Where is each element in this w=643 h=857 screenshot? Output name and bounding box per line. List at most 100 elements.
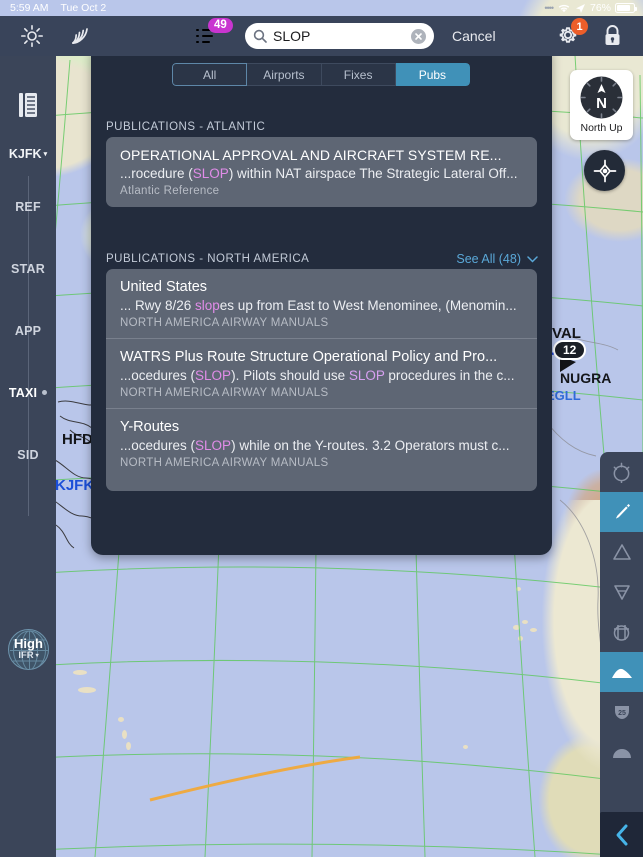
settings-button[interactable]: 1: [556, 18, 588, 48]
tab-pubs[interactable]: Pubs: [395, 63, 470, 86]
ruler-pencil-icon: [615, 504, 630, 519]
map-label-nugra: NUGRA: [560, 370, 612, 386]
snippet-post: ) while on the Y-routes. 3.2 Operators m…: [231, 438, 510, 453]
result-card-north-america: United States ... Rwy 8/26 slopes up fro…: [106, 269, 537, 491]
lock-button[interactable]: [602, 24, 623, 48]
map-tool-profile[interactable]: [600, 732, 643, 772]
sidebar-item-label: APP: [14, 324, 42, 338]
map-tool-terrain[interactable]: [600, 652, 643, 692]
svg-text:N: N: [596, 95, 607, 112]
arc-profile-icon: [612, 749, 631, 758]
signal-dots-icon: ••••: [544, 3, 554, 13]
chevron-down-icon: ▾: [43, 151, 48, 158]
locate-me-button[interactable]: [584, 150, 625, 191]
result-item-united-states[interactable]: United States ... Rwy 8/26 slopes up fro…: [106, 269, 537, 338]
radar-sweep-icon: [72, 28, 88, 44]
map-tool-airspace[interactable]: [600, 572, 643, 612]
result-card-atlantic[interactable]: OPERATIONAL APPROVAL AND AIRCRAFT SYSTEM…: [106, 137, 537, 207]
result-source: NORTH AMERICA AIRWAY MANUALS: [120, 457, 329, 469]
top-toolbar: 49 SLOP Cancel 1: [0, 16, 643, 56]
result-item-y-routes[interactable]: Y-Routes ...ocedures (SLOP) while on the…: [106, 408, 537, 478]
search-input-value: SLOP: [273, 28, 311, 44]
map-tool-compass-rose[interactable]: [600, 452, 643, 492]
sidebar-item-app[interactable]: APP: [0, 324, 56, 338]
sidebar-airport-label: KJFK: [8, 147, 42, 161]
compass-north-up-button[interactable]: N North Up: [570, 70, 633, 140]
sidebar-item-star[interactable]: STAR: [0, 262, 56, 276]
map-label-hfd: HFD: [62, 431, 93, 448]
svg-text:25: 25: [618, 710, 626, 717]
lock-icon: [605, 25, 620, 45]
brightness-button[interactable]: [20, 24, 44, 48]
snippet-post: es up from East to West Menominee, (Meno…: [219, 298, 517, 313]
status-time: 5:59 AM: [10, 2, 49, 14]
tab-all[interactable]: All: [172, 63, 248, 86]
sidebar-item-documents[interactable]: [0, 92, 56, 118]
compass-label: North Up: [580, 122, 623, 134]
radar-button[interactable]: [68, 24, 92, 48]
snippet-highlight-2: SLOP: [348, 368, 385, 383]
status-dot: [42, 390, 48, 395]
ios-status-bar: 5:59 AM Tue Oct 2 •••• 76%: [0, 0, 643, 16]
search-filter-tabs: All Airports Fixes Pubs: [172, 63, 470, 86]
result-title: Y-Routes: [120, 419, 180, 435]
snippet-post: procedures in the c...: [384, 368, 515, 383]
route-highway-icon: 25: [614, 706, 629, 719]
clear-circle-icon[interactable]: [411, 28, 426, 44]
settings-alert-badge: 1: [571, 18, 588, 35]
section-heading-north-america: PUBLICATIONS - NORTH AMERICA: [106, 253, 310, 265]
chevron-left-icon: [616, 824, 627, 845]
search-results-panel: All Airports Fixes Pubs PUBLICATIONS - A…: [91, 49, 552, 555]
sidebar-item-ref[interactable]: REF: [0, 200, 56, 214]
chevron-down-icon: [527, 255, 538, 263]
result-snippet: ...ocedures (SLOP). Pilots should use SL…: [120, 368, 523, 383]
sidebar-item-sid[interactable]: SID: [0, 448, 56, 462]
terrain-icon: [611, 668, 632, 678]
sidebar-airport-selector[interactable]: KJFK ▾: [0, 147, 56, 161]
wifi-icon: [558, 4, 570, 12]
north-arrow-icon: N: [580, 76, 623, 119]
result-title: United States: [120, 279, 208, 295]
status-date: Tue Oct 2: [60, 2, 107, 14]
checklist-count-badge: 49: [208, 18, 233, 33]
sidebar-divider: [28, 176, 29, 516]
sidebar-item-label: SID: [17, 448, 39, 462]
chevron-down-icon: ▾: [35, 652, 39, 659]
battery-percent: 76%: [589, 2, 611, 14]
snippet-highlight: SLOP: [192, 166, 229, 181]
section-heading-atlantic: PUBLICATIONS - ATLANTIC: [106, 121, 266, 133]
map-tool-triangle[interactable]: [600, 532, 643, 572]
sidebar-item-label: STAR: [11, 262, 45, 276]
cancel-button[interactable]: Cancel: [452, 28, 496, 44]
altitude-band-label: High: [14, 635, 43, 651]
map-tool-ruler[interactable]: [600, 492, 643, 532]
see-all-button[interactable]: See All (48): [456, 252, 538, 266]
snippet-pre: ...rocedure (: [120, 166, 193, 181]
result-source: NORTH AMERICA AIRWAY MANUALS: [120, 317, 329, 329]
airspace-shield-icon: [613, 585, 630, 600]
tab-fixes[interactable]: Fixes: [321, 63, 396, 86]
map-waypoint-pill[interactable]: 12: [553, 340, 587, 360]
see-all-label: See All (48): [456, 252, 521, 266]
snippet-highlight: slop: [195, 298, 220, 313]
tab-airports[interactable]: Airports: [247, 63, 322, 86]
checklist-button[interactable]: 49: [196, 18, 233, 46]
brightness-icon: [20, 24, 44, 48]
airspace-altitude-selector[interactable]: High IFR ▾: [8, 629, 49, 670]
result-snippet: ... Rwy 8/26 slopes up from East to West…: [120, 298, 523, 313]
documents-icon: [19, 93, 37, 117]
result-snippet: ...ocedures (SLOP) while on the Y-routes…: [120, 438, 523, 453]
result-title: WATRS Plus Route Structure Operational P…: [120, 349, 498, 365]
flight-rules-label: IFR ▾: [18, 649, 39, 661]
location-arrow-icon: [575, 3, 585, 13]
map-tool-tfr[interactable]: [600, 612, 643, 652]
collapse-tool-rail-button[interactable]: [600, 812, 643, 857]
snippet-highlight: SLOP: [195, 438, 232, 453]
sidebar-item-taxi[interactable]: TAXI: [0, 386, 56, 400]
search-input[interactable]: SLOP: [245, 23, 434, 49]
map-tool-routes[interactable]: 25: [600, 692, 643, 732]
left-rail: KJFK ▾ REF STAR APP TAXI SID High IFR ▾: [0, 56, 56, 857]
result-item-watrs-plus[interactable]: WATRS Plus Route Structure Operational P…: [106, 338, 537, 408]
compass-rose-icon: [613, 462, 630, 483]
result-title: OPERATIONAL APPROVAL AND AIRCRAFT SYSTEM…: [120, 147, 502, 163]
